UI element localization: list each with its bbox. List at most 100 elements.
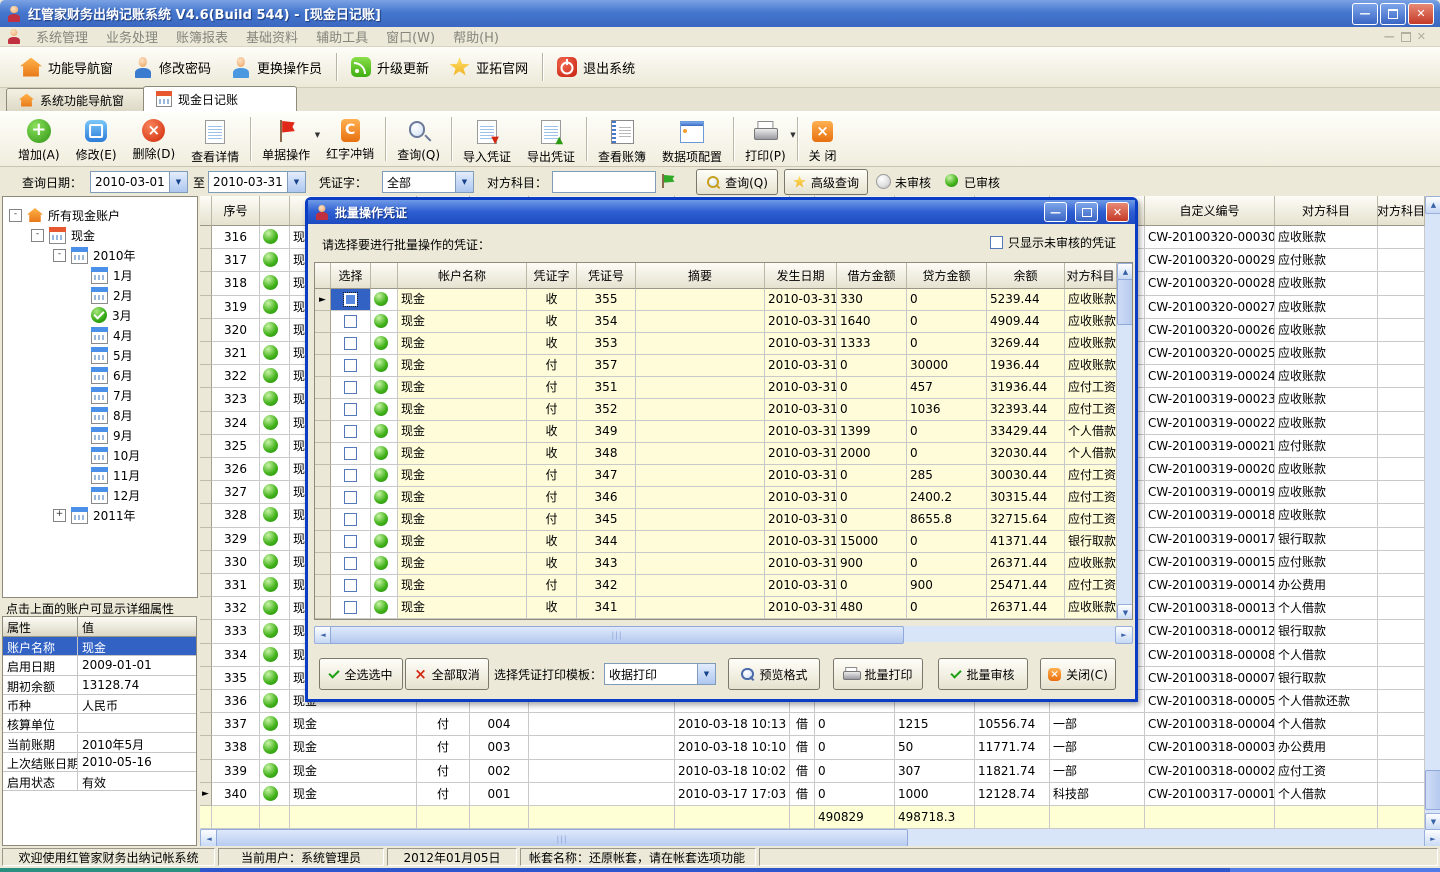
action-edit[interactable]: 修改(E): [68, 115, 125, 167]
action-export-voucher[interactable]: ▲导出凭证: [519, 115, 583, 169]
search-button[interactable]: 查询(Q): [696, 169, 778, 195]
main-cell-custom_id[interactable]: CW-20100320-00025: [1145, 342, 1275, 365]
row-marker[interactable]: [200, 342, 212, 365]
row-marker[interactable]: [315, 465, 331, 487]
scroll-up-icon[interactable]: ▲: [1425, 196, 1440, 214]
toolbar-button-home[interactable]: 功能导航窗: [10, 54, 123, 81]
dialog-vertical-scrollbar[interactable]: ▲▼: [1117, 263, 1132, 619]
dialog-column-header-credit[interactable]: 贷方金额: [907, 263, 987, 289]
main-cell-custom_id[interactable]: CW-20100318-00013: [1145, 597, 1275, 620]
main-cell-seq[interactable]: 328: [212, 504, 260, 527]
batch-print-button[interactable]: 批量打印: [833, 658, 923, 690]
main-cell-seq[interactable]: 326: [212, 458, 260, 481]
main-cell-subject[interactable]: 应收账款: [1275, 458, 1378, 481]
deselect-all-button[interactable]: × 全部取消: [405, 658, 489, 690]
row-marker[interactable]: [200, 458, 212, 481]
main-cell-dir[interactable]: 借: [790, 783, 815, 806]
main-cell-extra[interactable]: [1378, 272, 1425, 295]
main-cell-subject[interactable]: 应收账款: [1275, 272, 1378, 295]
main-cell-credit[interactable]: 307: [895, 760, 975, 783]
main-cell-icon[interactable]: [260, 249, 290, 272]
main-cell-extra[interactable]: [1378, 458, 1425, 481]
main-cell-custom_id[interactable]: CW-20100318-00002: [1145, 760, 1275, 783]
tree-item-现金[interactable]: -现金: [31, 225, 95, 245]
voucher-checkbox[interactable]: [344, 469, 357, 482]
menu-item-1[interactable]: 业务处理: [97, 26, 167, 47]
main-cell-icon[interactable]: [260, 528, 290, 551]
voucher-checkbox[interactable]: [344, 557, 357, 570]
tree-toggle-icon[interactable]: +: [53, 509, 66, 522]
dialog-column-header-debit[interactable]: 借方金额: [837, 263, 907, 289]
main-cell-debit[interactable]: 0: [815, 760, 895, 783]
main-cell-icon[interactable]: [260, 226, 290, 249]
main-cell-custom_id[interactable]: CW-20100318-00008: [1145, 644, 1275, 667]
main-cell-extra[interactable]: [1378, 249, 1425, 272]
row-marker[interactable]: [200, 760, 212, 783]
main-cell-seq[interactable]: 317: [212, 249, 260, 272]
main-cell-name[interactable]: 现金: [290, 783, 417, 806]
main-cell-seq[interactable]: 335: [212, 667, 260, 690]
main-cell-subject[interactable]: 个人借款: [1275, 597, 1378, 620]
main-cell-icon[interactable]: [260, 667, 290, 690]
main-cell-subject[interactable]: 应收账款: [1275, 296, 1378, 319]
dialog-minimize-button[interactable]: —: [1044, 202, 1067, 222]
select-all-button[interactable]: 全选选中: [319, 658, 403, 690]
dialog-cell-check[interactable]: [331, 443, 371, 465]
main-cell-icon[interactable]: [260, 272, 290, 295]
voucher-checkbox[interactable]: [344, 535, 357, 548]
toolbar-button-change-password[interactable]: 修改密码: [123, 52, 221, 82]
main-cell-summary[interactable]: [529, 783, 675, 806]
voucher-checkbox[interactable]: [344, 293, 357, 306]
main-cell-custom_id[interactable]: CW-20100319-00017: [1145, 528, 1275, 551]
row-marker[interactable]: [200, 226, 212, 249]
main-cell-extra[interactable]: [1378, 365, 1425, 388]
main-cell-subject[interactable]: 应收账款: [1275, 342, 1378, 365]
main-cell-seq[interactable]: 316: [212, 226, 260, 249]
dialog-column-header-vtype[interactable]: 凭证字: [527, 263, 577, 289]
tree-item-7月[interactable]: 7月: [75, 385, 133, 405]
main-cell-vno[interactable]: 004: [470, 713, 529, 736]
tab-cash-journal[interactable]: 现金日记账: [143, 86, 297, 111]
action-import-voucher[interactable]: ▼导入凭证: [455, 115, 519, 169]
row-marker[interactable]: [200, 319, 212, 342]
action-add[interactable]: +增加(A): [10, 115, 68, 167]
main-cell-extra[interactable]: [1378, 620, 1425, 643]
menu-item-5[interactable]: 窗口(W): [377, 26, 444, 47]
checkbox-icon[interactable]: [990, 236, 1003, 249]
main-cell-extra[interactable]: [1378, 783, 1425, 806]
main-cell-icon[interactable]: [260, 551, 290, 574]
main-cell-subject[interactable]: 个人借款还款: [1275, 690, 1378, 713]
action-delete[interactable]: ×删除(D): [125, 115, 184, 166]
dialog-close-footer-button[interactable]: × 关闭(C): [1040, 658, 1116, 690]
main-cell-subject[interactable]: 个人借款: [1275, 644, 1378, 667]
main-cell-subject[interactable]: 银行取款: [1275, 528, 1378, 551]
main-cell-custom_id[interactable]: CW-20100319-00015: [1145, 551, 1275, 574]
main-cell-subject[interactable]: 银行取款: [1275, 667, 1378, 690]
dialog-cell-check[interactable]: [331, 575, 371, 597]
dialog-maximize-button[interactable]: [1075, 202, 1098, 222]
main-cell-subject[interactable]: 应付工资: [1275, 760, 1378, 783]
main-cell-vtype[interactable]: 付: [417, 713, 470, 736]
chevron-down-icon[interactable]: ▼: [697, 664, 715, 684]
dialog-horizontal-scrollbar[interactable]: ◄ ||| ►: [314, 626, 1131, 642]
main-cell-icon[interactable]: [260, 574, 290, 597]
main-cell-summary[interactable]: [529, 760, 675, 783]
main-cell-icon[interactable]: [260, 481, 290, 504]
toolbar-button-website-star[interactable]: 亚拓官网: [439, 53, 538, 81]
main-cell-seq[interactable]: 339: [212, 760, 260, 783]
voucher-checkbox[interactable]: [344, 447, 357, 460]
main-cell-subject[interactable]: 应付账款: [1275, 435, 1378, 458]
main-cell-custom_id[interactable]: CW-20100320-00028: [1145, 272, 1275, 295]
vertical-scrollbar[interactable]: ▲ ▼: [1425, 196, 1440, 829]
main-cell-extra[interactable]: [1378, 713, 1425, 736]
main-cell-seq[interactable]: 320: [212, 319, 260, 342]
main-cell-vtype[interactable]: 付: [417, 760, 470, 783]
action-data-config[interactable]: 数据项配置: [654, 115, 730, 169]
dialog-cell-check[interactable]: [331, 399, 371, 421]
main-cell-extra[interactable]: [1378, 574, 1425, 597]
main-cell-dept[interactable]: 科技部: [1050, 783, 1145, 806]
main-cell-icon[interactable]: [260, 620, 290, 643]
scroll-down-icon[interactable]: ▼: [1117, 604, 1133, 620]
main-cell-extra[interactable]: [1378, 690, 1425, 713]
main-cell-seq[interactable]: 336: [212, 690, 260, 713]
